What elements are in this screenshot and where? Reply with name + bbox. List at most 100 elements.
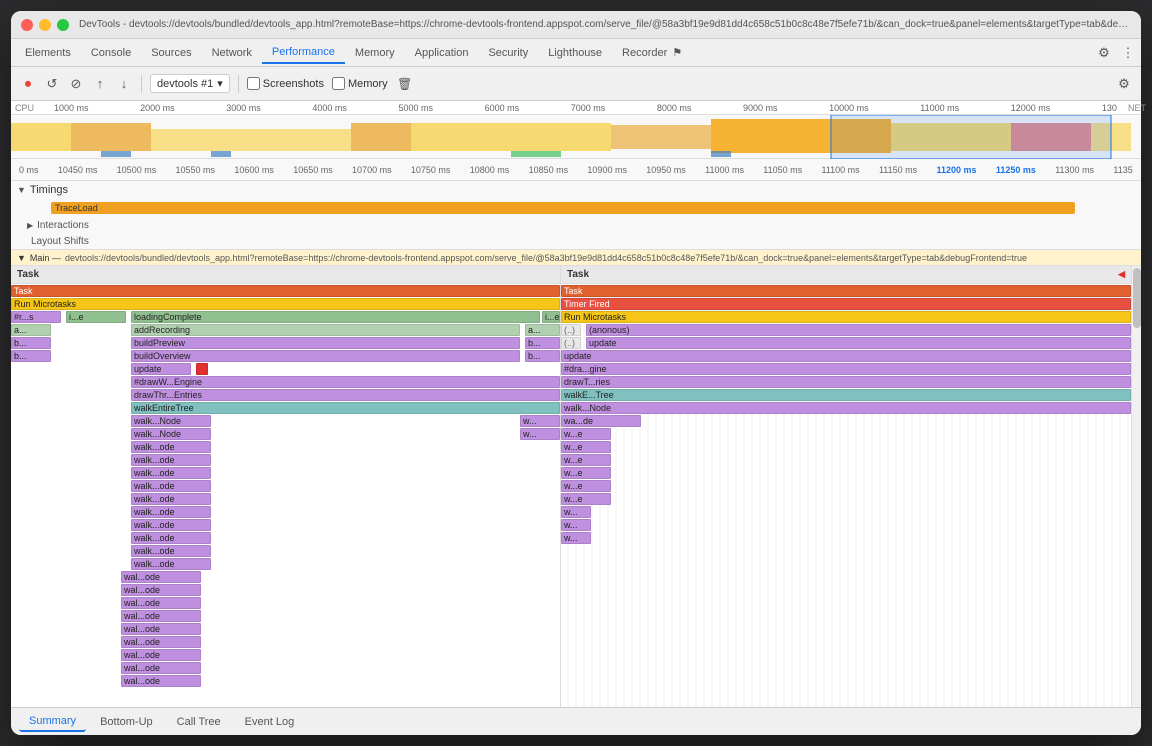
- memory-checkbox[interactable]: [332, 77, 345, 90]
- flame-block-walko1[interactable]: walk...ode: [131, 441, 211, 453]
- flame-block-task[interactable]: Task: [11, 285, 560, 297]
- tab-memory[interactable]: Memory: [345, 43, 405, 63]
- flame-block-walo7[interactable]: wal...ode: [121, 649, 201, 661]
- flame-block-ie2[interactable]: i...e: [542, 311, 560, 323]
- profile-selector[interactable]: devtools #1 ▾: [150, 74, 230, 93]
- rflame-block-walke[interactable]: walkE...Tree: [561, 389, 1131, 401]
- download-button[interactable]: ↓: [115, 75, 133, 93]
- rflame-block-we6[interactable]: w...e: [561, 493, 611, 505]
- overview-timescale: CPU NET 1000 ms 2000 ms 3000 ms 4000 ms …: [11, 101, 1141, 115]
- tab-security[interactable]: Security: [478, 43, 538, 63]
- flame-block-walko3[interactable]: walk...ode: [131, 467, 211, 479]
- flame-block-ar[interactable]: addRecording: [131, 324, 520, 336]
- flame-block-walko8[interactable]: walk...ode: [131, 532, 211, 544]
- rflame-block-walkn[interactable]: walk...Node: [561, 402, 1131, 414]
- flame-block-a1[interactable]: a...: [11, 324, 51, 336]
- rflame-block-anon[interactable]: (anonous): [586, 324, 1131, 336]
- tab-network[interactable]: Network: [202, 43, 262, 63]
- rflame-block-update1[interactable]: update: [586, 337, 1131, 349]
- tab-lighthouse[interactable]: Lighthouse: [538, 43, 612, 63]
- flame-row-run-microtasks[interactable]: Run Microtasks: [11, 297, 560, 310]
- rflame-block-we1[interactable]: w...e: [561, 428, 611, 440]
- flame-block-walkn1[interactable]: walk...Node: [131, 415, 211, 427]
- flame-block-bo[interactable]: buildOverview: [131, 350, 520, 362]
- flame-block-walko9[interactable]: walk...ode: [131, 545, 211, 557]
- settings-gear-icon[interactable]: ⚙: [1115, 75, 1133, 93]
- rflame-row-w3: w...: [561, 531, 1131, 544]
- flame-block-walo4[interactable]: wal...ode: [121, 610, 201, 622]
- flame-block-draww[interactable]: #drawW...Engine: [131, 376, 560, 388]
- flame-block-a2[interactable]: a...: [525, 324, 560, 336]
- rflame-block-we5[interactable]: w...e: [561, 480, 611, 492]
- close-button[interactable]: [21, 19, 33, 31]
- minimize-button[interactable]: [39, 19, 51, 31]
- flame-block-drawt[interactable]: drawThr...Entries: [131, 389, 560, 401]
- rflame-block-w2[interactable]: w...: [561, 519, 591, 531]
- flame-block-walo9[interactable]: wal...ode: [121, 675, 201, 687]
- flame-block-lc[interactable]: loadingComplete: [131, 311, 540, 323]
- flame-block-walko7[interactable]: walk...ode: [131, 519, 211, 531]
- clear-button[interactable]: ⊘: [67, 75, 85, 93]
- rflame-block-microtasks[interactable]: Run Microtasks: [561, 311, 1131, 323]
- screenshots-checkbox[interactable]: [247, 77, 260, 90]
- upload-button[interactable]: ↑: [91, 75, 109, 93]
- flame-block-bp[interactable]: buildPreview: [131, 337, 520, 349]
- flame-block-walo8[interactable]: wal...ode: [121, 662, 201, 674]
- rflame-block-w3[interactable]: w...: [561, 532, 591, 544]
- rflame-block-drawt[interactable]: drawT...ries: [561, 376, 1131, 388]
- tab-summary[interactable]: Summary: [19, 712, 86, 732]
- flame-block-walke[interactable]: walkEntireTree: [131, 402, 560, 414]
- flame-block-wn1r[interactable]: w...: [520, 415, 560, 427]
- tab-performance[interactable]: Performance: [262, 42, 345, 64]
- flame-block-walko6[interactable]: walk...ode: [131, 506, 211, 518]
- flame-block-walo2[interactable]: wal...ode: [121, 584, 201, 596]
- tab-call-tree[interactable]: Call Tree: [167, 713, 231, 731]
- tab-elements[interactable]: Elements: [15, 43, 81, 63]
- flame-block-walo5[interactable]: wal...ode: [121, 623, 201, 635]
- record-button[interactable]: ⏺: [19, 75, 37, 93]
- rflame-block-w1[interactable]: w...: [561, 506, 591, 518]
- flame-block-walkn2[interactable]: walk...Node: [131, 428, 211, 440]
- customize-button[interactable]: ⋮: [1119, 44, 1137, 62]
- trash-icon[interactable]: 🗑: [396, 75, 414, 93]
- flame-block-walo3[interactable]: wal...ode: [121, 597, 201, 609]
- rflame-block-wade[interactable]: wa...de: [561, 415, 641, 427]
- flame-row-walko7: walk...ode: [11, 518, 560, 531]
- reload-record-button[interactable]: ↺: [43, 75, 61, 93]
- rflame-block-we3[interactable]: w...e: [561, 454, 611, 466]
- tab-console[interactable]: Console: [81, 43, 141, 63]
- flame-block-walko2[interactable]: walk...ode: [131, 454, 211, 466]
- tab-application[interactable]: Application: [405, 43, 479, 63]
- flame-block-update1[interactable]: update: [131, 363, 191, 375]
- flame-block-b1[interactable]: b...: [11, 337, 51, 349]
- tab-event-log[interactable]: Event Log: [235, 713, 305, 731]
- flame-block-wn2r[interactable]: w...: [520, 428, 560, 440]
- flame-block-walo6[interactable]: wal...ode: [121, 636, 201, 648]
- flame-block-run-microtasks[interactable]: Run Microtasks: [11, 298, 560, 310]
- rflame-block-update2[interactable]: update: [561, 350, 1131, 362]
- tab-bottom-up[interactable]: Bottom-Up: [90, 713, 163, 731]
- overview-bar[interactable]: [11, 115, 1141, 159]
- flame-block-walko10[interactable]: walk...ode: [131, 558, 211, 570]
- flame-block-ie[interactable]: i...e: [66, 311, 126, 323]
- settings-button[interactable]: ⚙: [1095, 44, 1113, 62]
- interactions-expand-icon[interactable]: ▶: [27, 221, 33, 230]
- maximize-button[interactable]: [57, 19, 69, 31]
- flame-block-b4[interactable]: b...: [525, 350, 560, 362]
- flame-block-walo1[interactable]: wal...ode: [121, 571, 201, 583]
- flame-block-u1[interactable]: [196, 363, 208, 375]
- flame-block-walko4[interactable]: walk...ode: [131, 480, 211, 492]
- flame-block-walko5[interactable]: walk...ode: [131, 493, 211, 505]
- rflame-block-task[interactable]: Task: [561, 285, 1131, 297]
- timings-collapse-icon[interactable]: ▼: [17, 185, 26, 195]
- flame-block-b2[interactable]: b...: [525, 337, 560, 349]
- rflame-block-drawgine[interactable]: #dra...gine: [561, 363, 1131, 375]
- vertical-scrollbar[interactable]: [1131, 266, 1141, 707]
- rflame-block-we4[interactable]: w...e: [561, 467, 611, 479]
- tab-recorder[interactable]: Recorder ⚑: [612, 42, 692, 63]
- rflame-block-timer[interactable]: Timer Fired: [561, 298, 1131, 310]
- tab-sources[interactable]: Sources: [141, 43, 201, 63]
- flame-block-b3[interactable]: b...: [11, 350, 51, 362]
- rflame-block-we2[interactable]: w...e: [561, 441, 611, 453]
- flame-block-r1[interactable]: #r...s: [11, 311, 61, 323]
